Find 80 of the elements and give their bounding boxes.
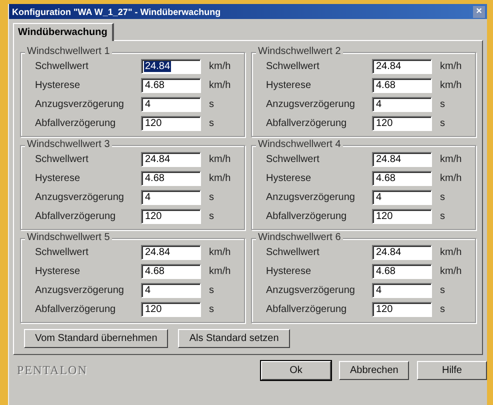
- field-label: Schwellwert: [35, 61, 90, 72]
- unit-label: km/h: [440, 247, 463, 258]
- field-label: Hysterese: [266, 173, 312, 184]
- window-title: Konfiguration "WA W_1_27" - Windüberwachung: [12, 6, 221, 16]
- input-field[interactable]: 4.68: [372, 264, 432, 279]
- input-field[interactable]: 120: [372, 302, 432, 317]
- input-field[interactable]: 120: [372, 209, 432, 224]
- unit-label: s: [209, 285, 215, 296]
- unit-label: km/h: [209, 154, 232, 165]
- unit-label: km/h: [440, 80, 463, 91]
- field-label: Abfallverzögerung: [35, 211, 117, 222]
- input-field[interactable]: 4: [372, 283, 432, 298]
- unit-label: km/h: [209, 266, 232, 277]
- dialog-button[interactable]: Ok: [261, 361, 331, 380]
- input-field[interactable]: 4: [141, 97, 201, 112]
- input-field[interactable]: 24.84: [372, 245, 432, 260]
- unit-label: s: [209, 192, 215, 203]
- field-label: Abfallverzögerung: [35, 118, 117, 129]
- input-field[interactable]: 24.84: [141, 59, 201, 74]
- unit-label: km/h: [440, 154, 463, 165]
- field-label: Abfallverzögerung: [35, 304, 117, 315]
- field-label: Anzugsverzögerung: [266, 192, 356, 203]
- field-label: Hysterese: [266, 266, 312, 277]
- unit-label: s: [440, 211, 446, 222]
- input-field[interactable]: 4: [141, 283, 201, 298]
- unit-label: s: [440, 99, 446, 110]
- input-field[interactable]: 4: [372, 97, 432, 112]
- unit-label: s: [440, 285, 446, 296]
- dialog-button[interactable]: Abbrechen: [339, 361, 409, 380]
- field-label: Anzugsverzögerung: [35, 99, 125, 110]
- unit-label: s: [209, 118, 215, 129]
- input-field[interactable]: 4.68: [372, 78, 432, 93]
- field-label: Hysterese: [35, 266, 82, 277]
- input-field[interactable]: 4.68: [141, 171, 201, 186]
- unit-label: s: [440, 304, 446, 315]
- unit-label: km/h: [209, 247, 232, 258]
- unit-label: s: [209, 304, 215, 315]
- field-label: Schwellwert: [266, 61, 320, 72]
- field-label: Schwellwert: [266, 154, 320, 165]
- field-label: Schwellwert: [266, 247, 320, 258]
- field-label: Schwellwert: [35, 247, 90, 258]
- unit-label: km/h: [209, 61, 232, 72]
- logo: PENTALON: [17, 363, 88, 378]
- field-label: Abfallverzögerung: [266, 304, 348, 315]
- field-label: Abfallverzögerung: [266, 118, 348, 129]
- input-field[interactable]: 4.68: [141, 78, 201, 93]
- field-label: Hysterese: [266, 80, 312, 91]
- field-label: Abfallverzögerung: [266, 211, 348, 222]
- dialog-button[interactable]: Hilfe: [417, 361, 487, 380]
- field-label: Anzugsverzögerung: [35, 285, 125, 296]
- input-field[interactable]: 120: [141, 209, 201, 224]
- input-field[interactable]: 24.84: [141, 152, 201, 167]
- unit-label: km/h: [440, 173, 463, 184]
- field-label: Schwellwert: [35, 154, 90, 165]
- input-field[interactable]: 4.68: [141, 264, 201, 279]
- input-field[interactable]: 120: [141, 116, 201, 131]
- unit-label: km/h: [440, 61, 463, 72]
- input-field[interactable]: 120: [141, 302, 201, 317]
- unit-label: km/h: [209, 80, 232, 91]
- unit-label: s: [440, 118, 446, 129]
- input-field[interactable]: 24.84: [372, 59, 432, 74]
- input-field[interactable]: 4: [372, 190, 432, 205]
- panel-button[interactable]: Vom Standard übernehmen: [24, 329, 168, 348]
- field-label: Anzugsverzögerung: [266, 285, 356, 296]
- unit-label: km/h: [209, 173, 232, 184]
- input-field[interactable]: 24.84: [141, 245, 201, 260]
- input-field[interactable]: 24.84: [372, 152, 432, 167]
- unit-label: s: [440, 192, 446, 203]
- unit-label: km/h: [440, 266, 463, 277]
- field-label: Anzugsverzögerung: [266, 99, 356, 110]
- tab[interactable]: Windüberwachung: [13, 23, 114, 41]
- unit-label: s: [209, 211, 215, 222]
- input-field[interactable]: 4: [141, 190, 201, 205]
- field-label: Anzugsverzögerung: [35, 192, 125, 203]
- input-field[interactable]: 4.68: [372, 171, 432, 186]
- field-label: Hysterese: [35, 80, 82, 91]
- field-label: Hysterese: [35, 173, 82, 184]
- panel-button[interactable]: Als Standard setzen: [178, 329, 290, 348]
- unit-label: s: [209, 99, 215, 110]
- input-field[interactable]: 120: [372, 116, 432, 131]
